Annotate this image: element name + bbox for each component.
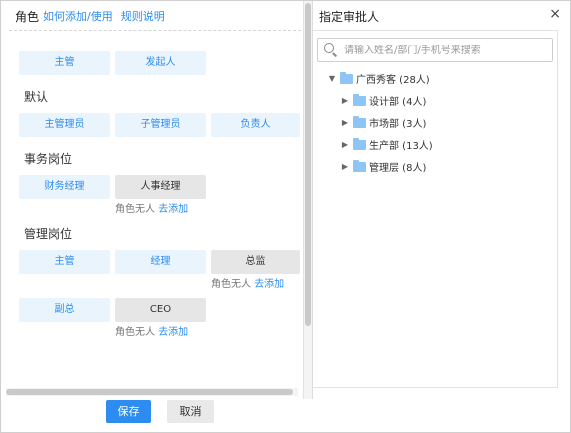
- tree-node-label: 设计部 (4人): [369, 97, 427, 108]
- add-role-link[interactable]: 去添加: [158, 327, 188, 338]
- caret-right-icon[interactable]: ▶: [340, 96, 350, 105]
- empty-role-hint: 角色无人 去添加: [115, 200, 188, 215]
- rules-link[interactable]: 规则说明: [121, 8, 165, 24]
- role-panel-vertical-scrollbar[interactable]: [303, 1, 312, 399]
- role-chip-supervisor[interactable]: 主管: [19, 51, 110, 75]
- role-panel: 角色 如何添加/使用 规则说明 主管 发起人 默认 主管理员 子管理员 负责人 …: [1, 1, 312, 399]
- folder-icon: [340, 71, 353, 84]
- vertical-scroll-thumb[interactable]: [305, 3, 311, 326]
- tree-node-label: 管理层 (8人): [369, 163, 427, 174]
- role-chip-finance-manager[interactable]: 财务经理: [19, 175, 110, 199]
- tree-node-label: 生产部 (13人): [369, 141, 433, 152]
- tree-node-production[interactable]: ▶ 生产部 (13人): [340, 137, 433, 152]
- search-input[interactable]: [344, 44, 544, 56]
- search-box: [317, 38, 553, 62]
- role-chip-vice-president[interactable]: 副总: [19, 298, 110, 322]
- folder-icon: [353, 93, 366, 106]
- role-chip-supervisor-mgmt[interactable]: 主管: [19, 250, 110, 274]
- add-role-link[interactable]: 去添加: [254, 279, 284, 290]
- approver-panel: 指定审批人 × ▼ 广西秀客 (28人) ▶ 设计部 (4人) ▶ 市场部 (3…: [312, 1, 571, 399]
- close-icon[interactable]: ×: [549, 6, 561, 22]
- tree-node-management[interactable]: ▶ 管理层 (8人): [340, 159, 426, 174]
- horizontal-scroll-thumb[interactable]: [6, 389, 293, 395]
- role-chip-manager[interactable]: 经理: [115, 250, 206, 274]
- save-button[interactable]: 保存: [106, 400, 151, 423]
- approver-panel-body: ▼ 广西秀客 (28人) ▶ 设计部 (4人) ▶ 市场部 (3人) ▶ 生产部…: [313, 30, 558, 388]
- header-divider: [9, 30, 301, 31]
- caret-right-icon[interactable]: ▶: [340, 140, 350, 149]
- role-chip-main-admin[interactable]: 主管理员: [19, 113, 110, 137]
- role-chip-director[interactable]: 总监: [211, 250, 300, 274]
- section-title-management: 管理岗位: [24, 227, 73, 241]
- empty-role-hint: 角色无人 去添加: [211, 275, 284, 290]
- role-chip-hr-manager[interactable]: 人事经理: [115, 175, 206, 199]
- approver-panel-title: 指定审批人: [319, 10, 380, 24]
- folder-icon: [353, 159, 366, 172]
- how-to-add-link[interactable]: 如何添加/使用: [43, 8, 113, 24]
- search-icon: [324, 43, 338, 57]
- cancel-button[interactable]: 取消: [167, 400, 214, 423]
- caret-right-icon[interactable]: ▶: [340, 162, 350, 171]
- role-chip-ceo[interactable]: CEO: [115, 298, 206, 322]
- tree-node-marketing[interactable]: ▶ 市场部 (3人): [340, 115, 426, 130]
- section-title-affairs: 事务岗位: [24, 152, 73, 166]
- role-panel-title: 角色: [15, 9, 40, 24]
- dialog-footer: 保存 取消: [1, 399, 570, 432]
- section-title-default: 默认: [24, 90, 49, 104]
- folder-icon: [353, 115, 366, 128]
- role-chip-owner[interactable]: 负责人: [211, 113, 300, 137]
- role-panel-horizontal-scrollbar[interactable]: [6, 388, 298, 396]
- role-panel-header: 角色 如何添加/使用 规则说明: [15, 8, 173, 24]
- approver-dialog: 角色 如何添加/使用 规则说明 主管 发起人 默认 主管理员 子管理员 负责人 …: [0, 0, 571, 433]
- role-chip-initiator[interactable]: 发起人: [115, 51, 206, 75]
- tree-node-label: 广西秀客 (28人): [356, 75, 430, 86]
- empty-role-text: 角色无人: [115, 327, 155, 338]
- tree-node-design[interactable]: ▶ 设计部 (4人): [340, 93, 426, 108]
- caret-right-icon[interactable]: ▶: [340, 118, 350, 127]
- add-role-link[interactable]: 去添加: [158, 204, 188, 215]
- empty-role-hint: 角色无人 去添加: [115, 323, 188, 338]
- tree-node-label: 市场部 (3人): [369, 119, 427, 130]
- empty-role-text: 角色无人: [211, 279, 251, 290]
- caret-down-icon[interactable]: ▼: [327, 74, 337, 83]
- role-chip-sub-admin[interactable]: 子管理员: [115, 113, 206, 137]
- tree-node-root[interactable]: ▼ 广西秀客 (28人): [327, 71, 430, 86]
- folder-icon: [353, 137, 366, 150]
- empty-role-text: 角色无人: [115, 204, 155, 215]
